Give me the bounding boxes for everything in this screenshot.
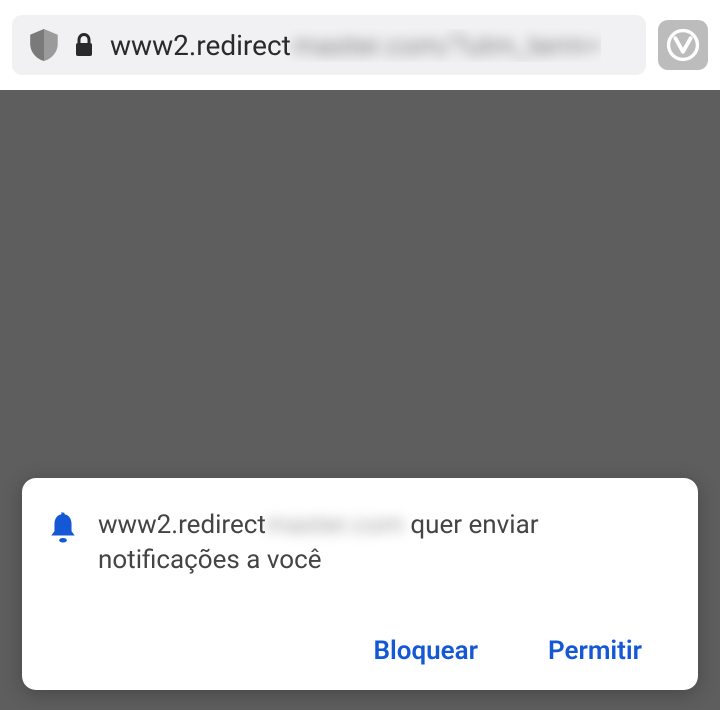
vivaldi-icon: [666, 28, 700, 62]
dialog-actions: Bloquear Permitir: [50, 636, 670, 666]
shield-icon: [30, 29, 58, 61]
lock-icon: [74, 33, 94, 57]
dialog-header: www2.redirectmaster.com quer enviar noti…: [50, 508, 670, 578]
notification-permission-dialog: www2.redirectmaster.com quer enviar noti…: [22, 478, 698, 690]
url-text: www2.redirectmaster.com/?utm_term=: [110, 29, 601, 62]
address-bar-container: www2.redirectmaster.com/?utm_term=: [0, 0, 720, 90]
dialog-domain-visible: www2.redirect: [98, 510, 266, 540]
url-hidden-part: master.com/?utm_term=: [293, 29, 602, 62]
address-bar[interactable]: www2.redirectmaster.com/?utm_term=: [12, 15, 646, 75]
page-content-area: www2.redirectmaster.com quer enviar noti…: [0, 90, 720, 710]
allow-button[interactable]: Permitir: [548, 636, 642, 666]
dialog-message: www2.redirectmaster.com quer enviar noti…: [98, 508, 670, 578]
block-button[interactable]: Bloquear: [373, 636, 477, 666]
browser-menu-button[interactable]: [658, 20, 708, 70]
dialog-domain-hidden: master.com: [266, 510, 404, 540]
url-visible-part: www2.redirect: [110, 29, 291, 62]
bell-icon: [50, 512, 76, 544]
